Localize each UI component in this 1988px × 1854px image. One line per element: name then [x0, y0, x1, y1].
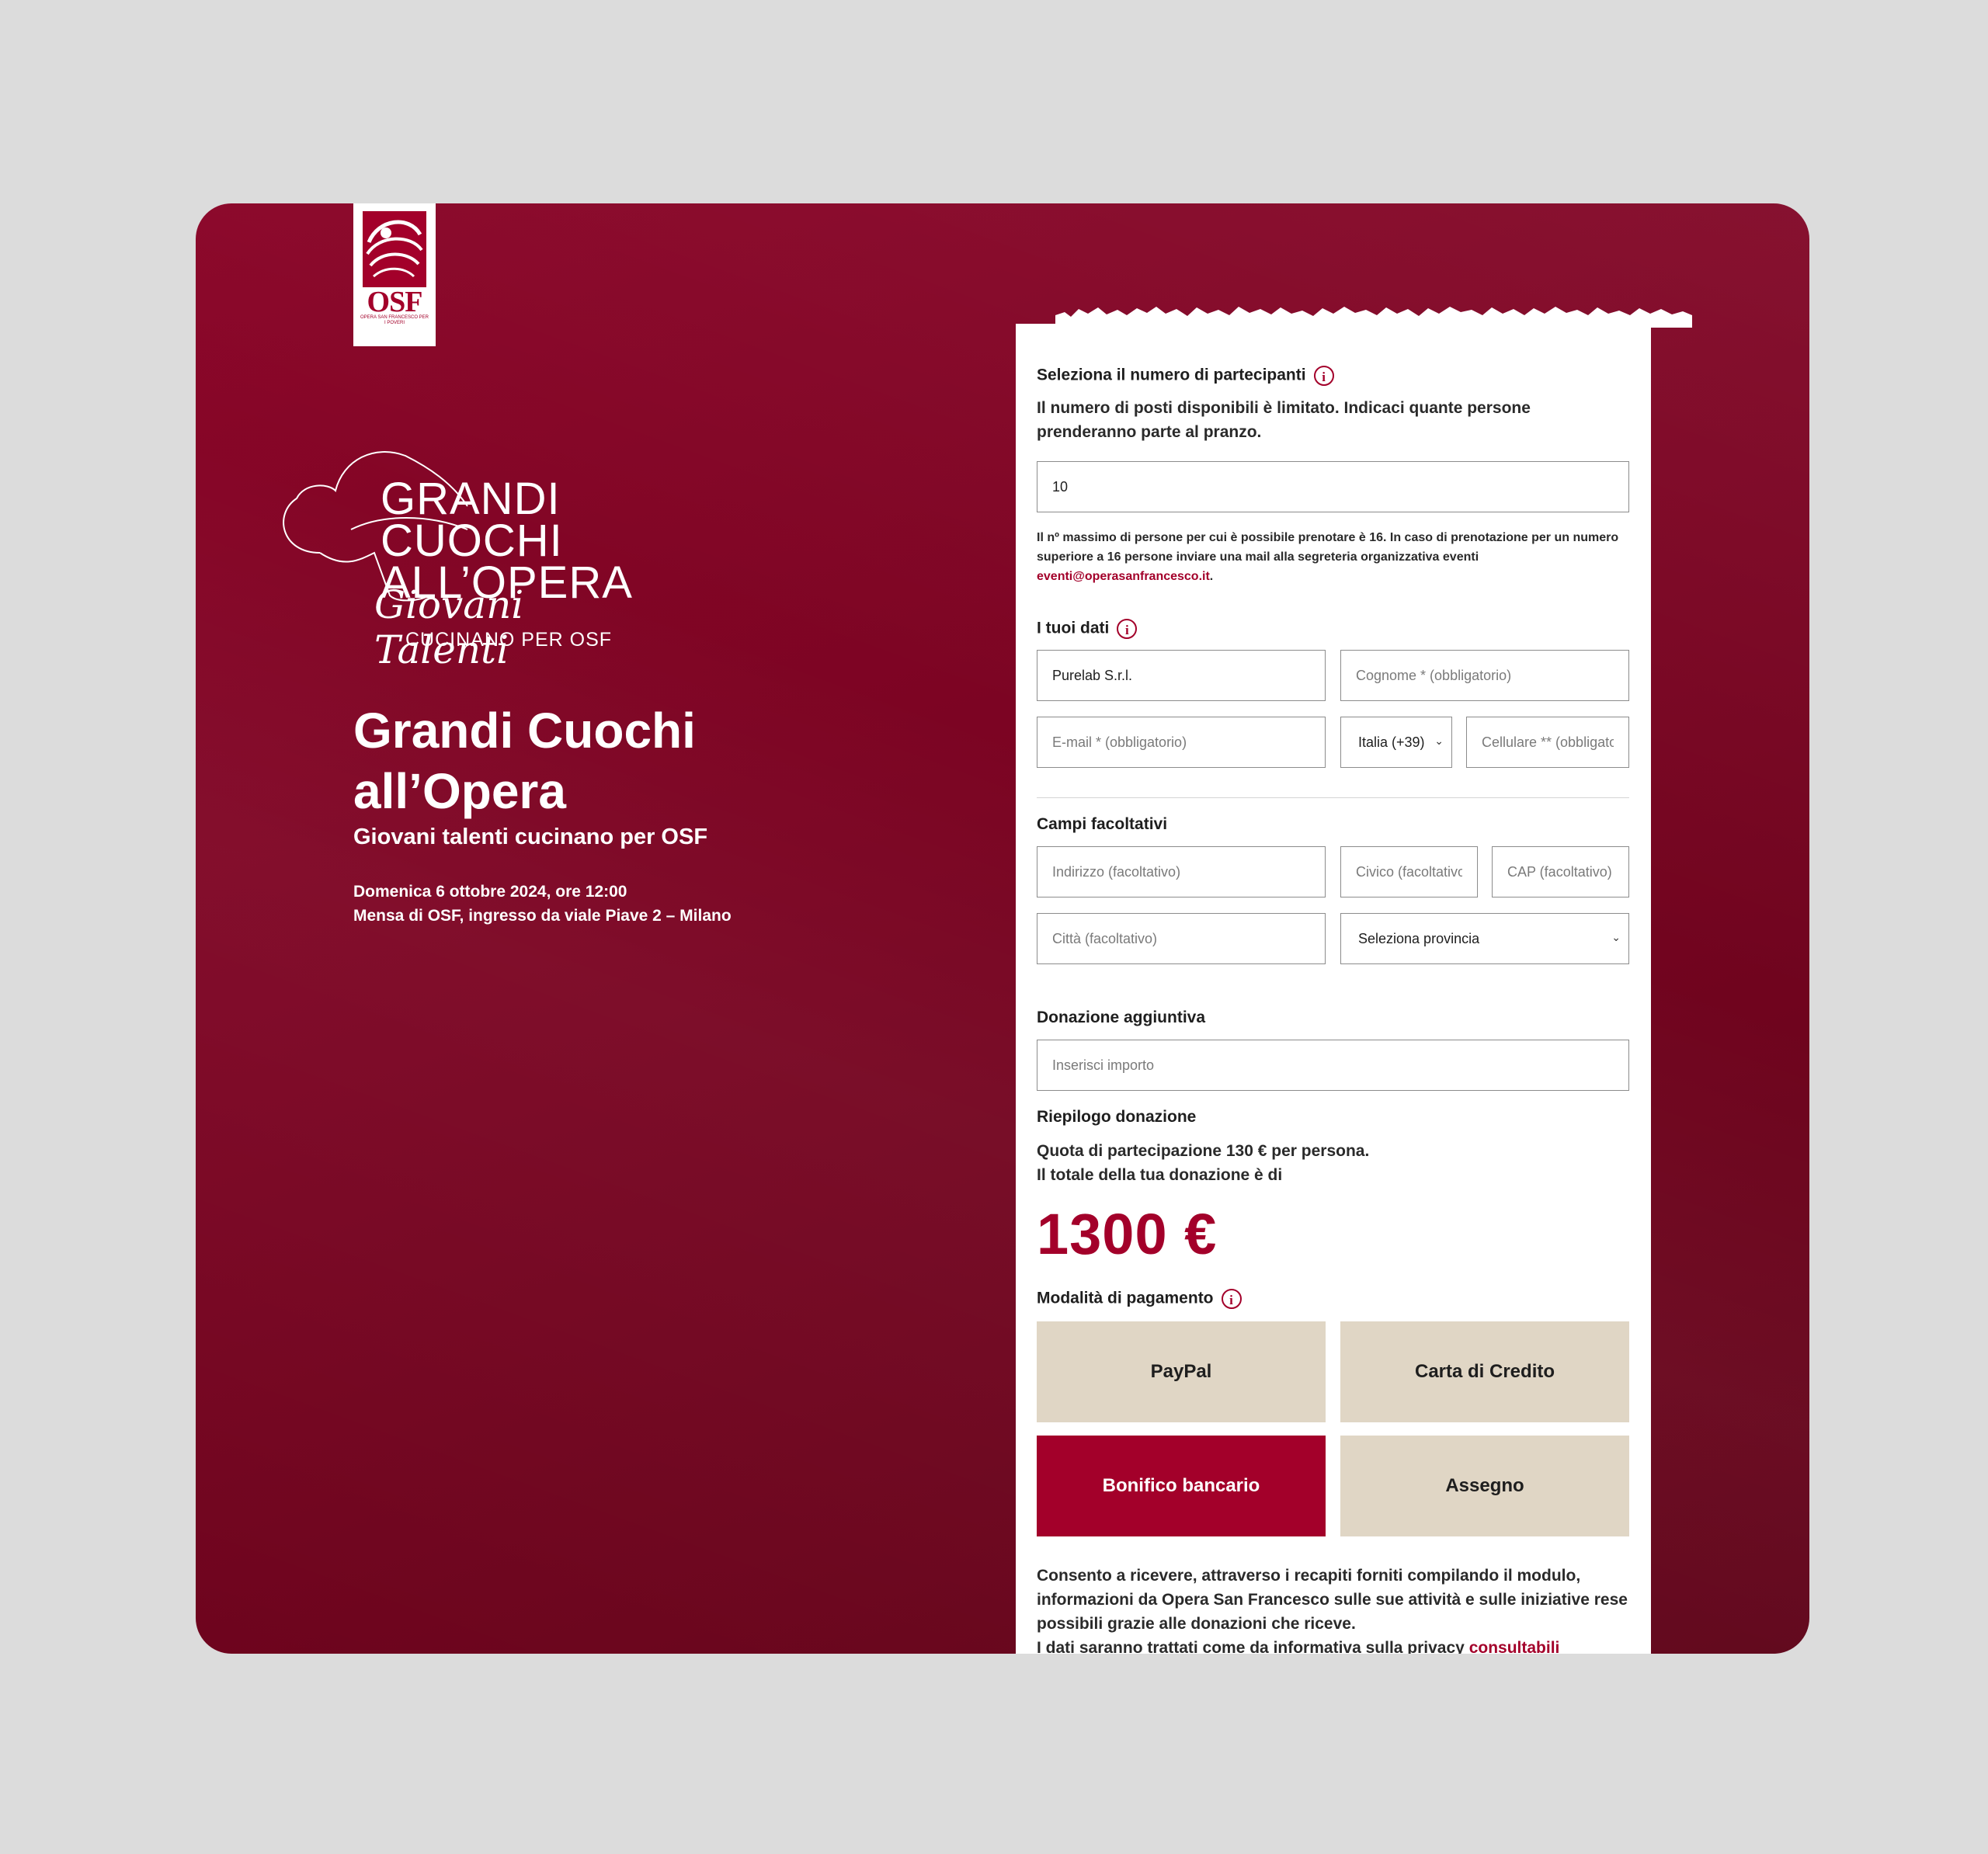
summary-line-2: Il totale della tua donazione è di — [1037, 1166, 1283, 1184]
privacy-text: I dati saranno trattati come da informat… — [1037, 1639, 1465, 1654]
personal-label-row: I tuoi dati i — [1037, 619, 1138, 639]
participants-label-row: Seleziona il numero di partecipanti i — [1037, 366, 1334, 386]
app-window: OSF OPERA SAN FRANCESCO PER I POVERI GRA… — [196, 203, 1809, 1654]
participants-note: Il nº massimo di persone per cui è possi… — [1037, 528, 1635, 586]
event-logo-sub: CUCINANO PER OSF — [405, 629, 613, 651]
province-value: Seleziona provincia — [1358, 930, 1480, 946]
chevron-down-icon: ⌄ — [1434, 734, 1444, 747]
personal-label: I tuoi dati — [1037, 619, 1110, 637]
address-field[interactable] — [1037, 846, 1326, 897]
cap-field[interactable] — [1492, 846, 1629, 897]
chevron-down-icon: ⌄ — [1611, 931, 1621, 943]
consent-text: Consento a ricevere, attraverso i recapi… — [1037, 1567, 1628, 1633]
optional-label: Campi facoltativi — [1037, 815, 1168, 833]
event-logo: GRANDI CUOCHI ALL’OPERA Giovani Talenti … — [273, 436, 632, 672]
country-code-select[interactable]: Italia (+39) ⌄ — [1340, 717, 1452, 768]
payment-bank-transfer-button[interactable]: Bonifico bancario — [1037, 1436, 1326, 1536]
civic-field[interactable] — [1340, 846, 1478, 897]
province-select[interactable]: Seleziona provincia ⌄ — [1340, 913, 1629, 964]
section-divider — [1037, 797, 1629, 798]
email-link[interactable]: eventi@operasanfrancesco.it — [1037, 570, 1210, 583]
name-field[interactable] — [1037, 650, 1326, 701]
registration-form: Seleziona il numero di partecipanti i Il … — [1016, 324, 1651, 1654]
donation-label: Donazione aggiuntiva — [1037, 1009, 1206, 1026]
page-title: Grandi Cuochi all’Opera — [353, 703, 696, 819]
payment-label: Modalità di pagamento — [1037, 1289, 1214, 1307]
info-icon[interactable]: i — [1313, 366, 1334, 386]
privacy-link[interactable]: consultabili — [1469, 1639, 1560, 1654]
payment-check-button[interactable]: Assegno — [1340, 1436, 1629, 1536]
city-field[interactable] — [1037, 913, 1326, 964]
event-location: Mensa di OSF, ingresso da viale Piave 2 … — [353, 907, 732, 925]
email-field[interactable] — [1037, 717, 1326, 768]
logo-subtext: OPERA SAN FRANCESCO PER I POVERI — [360, 315, 429, 325]
logo-wordmark: OSF — [367, 286, 423, 318]
donation-total: 1300 € — [1037, 1202, 1218, 1266]
participants-note-text: Il nº massimo di persone per cui è possi… — [1037, 531, 1619, 564]
payment-paypal-button[interactable]: PayPal — [1037, 1321, 1326, 1422]
event-logo-line-1: GRANDI — [381, 474, 561, 524]
summary-line-1: Quota di partecipazione 130 € per person… — [1037, 1142, 1370, 1160]
participants-label: Seleziona il numero di partecipanti — [1037, 366, 1306, 384]
osf-logo[interactable]: OSF OPERA SAN FRANCESCO PER I POVERI — [353, 203, 436, 346]
surname-field[interactable] — [1340, 650, 1629, 701]
participants-input[interactable] — [1037, 461, 1629, 512]
event-date: Domenica 6 ottobre 2024, ore 12:00 — [353, 883, 627, 901]
country-code-value: Italia (+39) — [1358, 734, 1425, 750]
event-logo-script: Giovani Talenti — [374, 582, 524, 672]
phone-field[interactable] — [1466, 717, 1629, 768]
info-icon[interactable]: i — [1221, 1289, 1242, 1309]
info-icon[interactable]: i — [1117, 619, 1138, 639]
summary-label: Riepilogo donazione — [1037, 1108, 1197, 1126]
payment-label-row: Modalità di pagamento i — [1037, 1289, 1242, 1309]
participants-description: Il numero di posti disponibili è limitat… — [1037, 399, 1531, 441]
event-logo-line-2: CUOCHI — [381, 516, 563, 566]
page-subtitle: Giovani talenti cucinano per OSF — [353, 825, 708, 849]
osf-logo-mark-icon — [363, 211, 426, 287]
donation-amount-input[interactable] — [1037, 1040, 1629, 1091]
participants-note-end: . — [1209, 570, 1214, 583]
privacy-row: I dati saranno trattati come da informat… — [1037, 1636, 1639, 1654]
payment-credit-card-button[interactable]: Carta di Credito — [1340, 1321, 1629, 1422]
